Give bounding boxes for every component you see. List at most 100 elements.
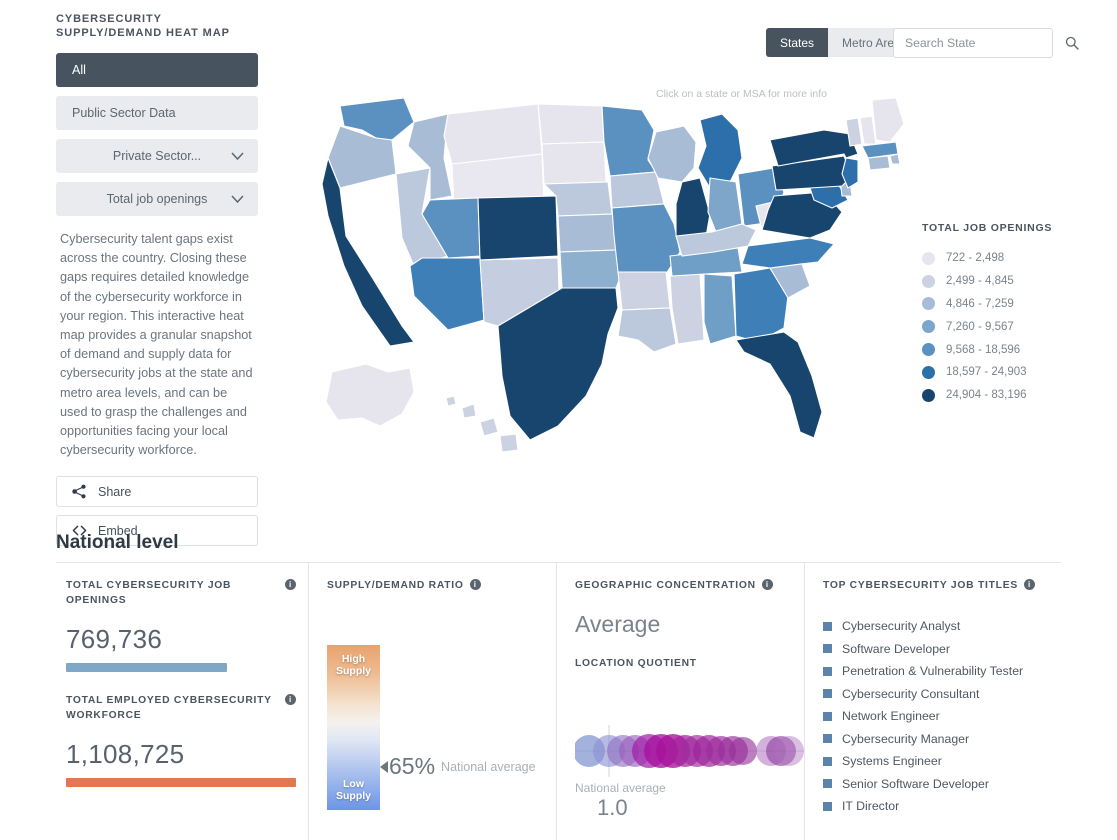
- share-button[interactable]: Share: [56, 476, 258, 508]
- card-header-label: GEOGRAPHIC CONCENTRATION: [575, 580, 756, 591]
- card-total-job-openings: TOTAL CYBERSECURITY JOB OPENINGS i 769,7…: [56, 563, 308, 840]
- state-AZ: [409, 257, 485, 331]
- state-MS: [669, 273, 705, 345]
- workforce-value: 1,108,725: [66, 739, 185, 769]
- state-LA: [617, 307, 677, 353]
- sidebar: CYBERSECURITY SUPPLY/DEMAND HEAT MAP All…: [56, 12, 258, 554]
- heat-map-dashboard: CYBERSECURITY SUPPLY/DEMAND HEAT MAP All…: [0, 0, 1117, 840]
- legend-swatch: [922, 320, 935, 334]
- state-ND: [537, 103, 605, 145]
- share-nodes-icon: [72, 484, 87, 499]
- card-top-job-titles: TOP CYBERSECURITY JOB TITLES i Cybersecu…: [804, 563, 1061, 840]
- state-NC: [741, 237, 836, 269]
- map-legend: TOTAL JOB OPENINGS 722 - 2,498 2,499 - 4…: [922, 222, 1052, 407]
- high-supply-label: High Supply: [335, 653, 371, 677]
- bullet-square-icon: [823, 801, 832, 811]
- job-title-label: Cybersecurity Analyst: [842, 619, 961, 634]
- state-KS: [557, 213, 617, 253]
- filter-private-sector-label: Private Sector...: [112, 149, 202, 163]
- search-box[interactable]: [893, 28, 1079, 58]
- info-icon[interactable]: i: [469, 579, 481, 590]
- filter-all[interactable]: All: [56, 53, 258, 87]
- info-icon[interactable]: i: [285, 579, 296, 590]
- state-FL: [735, 331, 823, 439]
- description-text: Cybersecurity talent gaps exist across t…: [60, 232, 253, 458]
- state-IN: [707, 177, 743, 233]
- info-icon[interactable]: i: [285, 694, 296, 705]
- legend-row[interactable]: 7,260 - 9,567: [922, 315, 1052, 338]
- card-header: TOTAL CYBERSECURITY JOB OPENINGS i: [66, 578, 296, 608]
- list-item[interactable]: IT Director: [823, 795, 1049, 818]
- card-header: SUPPLY/DEMAND RATIO i: [327, 578, 544, 593]
- job-title-label: IT Director: [842, 799, 900, 814]
- legend-label: 24,904 - 83,196: [946, 389, 1027, 402]
- job-titles-list: Cybersecurity Analyst Software Developer…: [823, 615, 1049, 818]
- bullet-square-icon: [823, 644, 832, 654]
- list-item[interactable]: Cybersecurity Consultant: [823, 683, 1049, 706]
- share-label: Share: [98, 484, 132, 499]
- list-item[interactable]: Network Engineer: [823, 705, 1049, 728]
- list-item[interactable]: Cybersecurity Analyst: [823, 615, 1049, 638]
- state-HI-3: [479, 417, 499, 437]
- legend-row[interactable]: 2,499 - 4,845: [922, 270, 1052, 293]
- swarm-axis-note: National average: [575, 781, 666, 795]
- state-HI-1: [445, 395, 457, 407]
- card-header: TOP CYBERSECURITY JOB TITLES i: [823, 578, 1049, 593]
- list-item[interactable]: Penetration & Vulnerability Tester: [823, 660, 1049, 683]
- legend-row[interactable]: 18,597 - 24,903: [922, 361, 1052, 384]
- marker-arrow-icon: [380, 760, 388, 773]
- swarm-svg: [575, 725, 805, 777]
- tab-states[interactable]: States: [766, 28, 829, 57]
- state-MO: [611, 203, 681, 275]
- legend-swatch: [922, 251, 935, 265]
- filter-metric-dropdown[interactable]: Total job openings: [56, 182, 258, 216]
- list-item[interactable]: Senior Software Developer: [823, 773, 1049, 796]
- page-title: CYBERSECURITY SUPPLY/DEMAND HEAT MAP: [56, 13, 230, 39]
- filter-public-sector-data[interactable]: Public Sector Data: [56, 96, 258, 130]
- supply-demand-gauge: High Supply Low Supply 65% National aver…: [327, 645, 544, 810]
- state-AR: [617, 271, 671, 311]
- job-title-label: Cybersecurity Manager: [842, 731, 970, 746]
- card-header-label: TOTAL CYBERSECURITY JOB OPENINGS: [66, 580, 232, 606]
- bullet-square-icon: [823, 666, 832, 676]
- search-input[interactable]: [903, 35, 1065, 51]
- legend-label: 4,846 - 7,259: [946, 297, 1014, 310]
- legend-row[interactable]: 4,846 - 7,259: [922, 293, 1052, 316]
- us-choropleth-map[interactable]: [318, 96, 918, 466]
- info-icon[interactable]: i: [1023, 579, 1035, 590]
- filter-metric-label: Total job openings: [106, 192, 208, 206]
- map-svg: [321, 97, 905, 453]
- job-title-label: Network Engineer: [842, 709, 940, 724]
- legend-row[interactable]: 9,568 - 18,596: [922, 338, 1052, 361]
- search-icon[interactable]: [1065, 36, 1079, 50]
- filter-private-sector-dropdown[interactable]: Private Sector...: [56, 139, 258, 173]
- list-item[interactable]: Cybersecurity Manager: [823, 728, 1049, 751]
- card-sub-header: TOTAL EMPLOYED CYBERSECURITY WORKFORCE i: [66, 693, 296, 723]
- legend-label: 722 - 2,498: [946, 252, 1005, 265]
- job-title-label: Senior Software Developer: [842, 776, 989, 791]
- tab-states-label: States: [780, 35, 815, 50]
- card-header-label: SUPPLY/DEMAND RATIO: [327, 580, 464, 591]
- legend-label: 18,597 - 24,903: [946, 366, 1027, 379]
- legend-swatch: [922, 343, 935, 357]
- state-AL: [703, 273, 737, 345]
- filter-all-label: All: [72, 63, 86, 77]
- state-IA: [609, 171, 665, 209]
- legend-row[interactable]: 24,904 - 83,196: [922, 384, 1052, 407]
- bullet-square-icon: [823, 711, 832, 721]
- chevron-down-icon: [231, 152, 244, 160]
- location-quotient-swarm: [575, 711, 805, 781]
- swarm-axis-value: 1.0: [597, 795, 628, 820]
- ratio-note: National average: [441, 759, 536, 774]
- legend-swatch: [922, 297, 935, 311]
- list-item[interactable]: Software Developer: [823, 638, 1049, 661]
- list-item[interactable]: Systems Engineer: [823, 750, 1049, 773]
- info-icon[interactable]: i: [761, 579, 773, 590]
- low-supply-label: Low Supply: [335, 778, 371, 802]
- state-ME: [871, 97, 905, 143]
- legend-row[interactable]: 722 - 2,498: [922, 247, 1052, 270]
- legend-swatch: [922, 388, 935, 402]
- card-supply-demand-ratio: SUPPLY/DEMAND RATIO i High Supply Low Su…: [308, 563, 556, 840]
- bullet-square-icon: [823, 756, 832, 766]
- card-sub-header-label: TOTAL EMPLOYED CYBERSECURITY WORKFORCE: [66, 695, 272, 721]
